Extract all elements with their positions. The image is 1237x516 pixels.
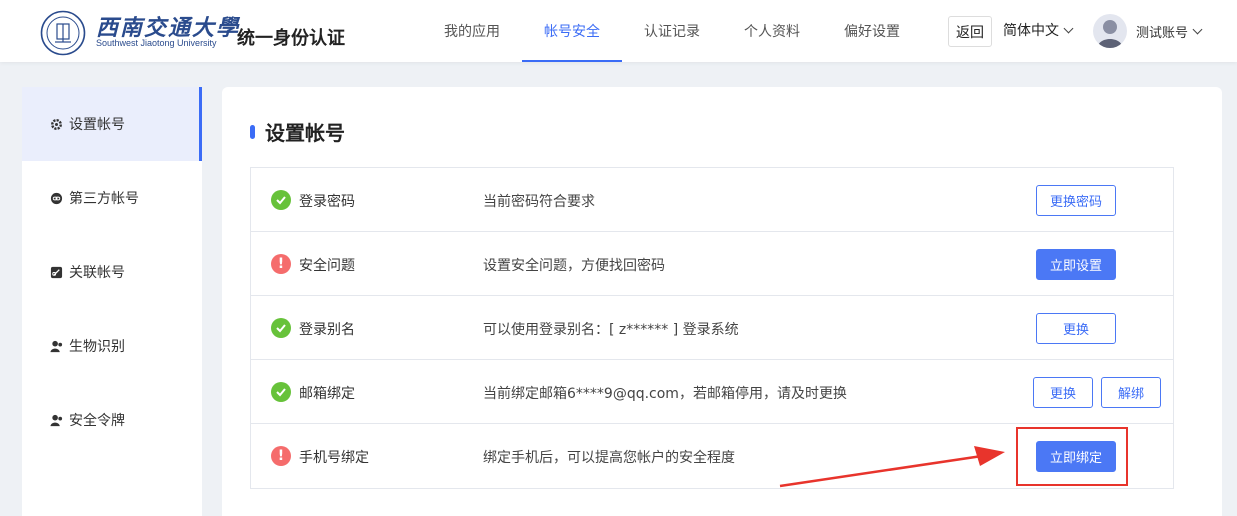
- chevron-down-icon: [1192, 24, 1203, 35]
- row-description: 绑定手机后，可以提高您帐户的安全程度: [483, 450, 735, 466]
- link-card-icon: [49, 265, 63, 279]
- sidebar-item-account-settings[interactable]: 设置帐号: [22, 87, 202, 161]
- university-logo-icon[interactable]: [40, 10, 86, 56]
- language-selector[interactable]: 简体中文: [1003, 20, 1074, 40]
- row-name: 登录密码: [299, 194, 355, 210]
- avatar[interactable]: [1093, 14, 1127, 48]
- top-header: 西南交通大學 Southwest Jiaotong University 统一身…: [0, 0, 1237, 62]
- sidebar-item-label: 设置帐号: [69, 117, 125, 133]
- users-icon: [49, 413, 63, 427]
- row-description: 设置安全问题，方便找回密码: [483, 258, 665, 274]
- nav-profile[interactable]: 个人资料: [722, 0, 822, 62]
- sidebar: 设置帐号 第三方帐号 关联帐号 生物识别 安全令牌: [22, 87, 202, 516]
- app-title: 统一身份认证: [237, 28, 345, 49]
- change-alias-button[interactable]: 更换: [1036, 313, 1116, 344]
- nav-auth-records[interactable]: 认证记录: [622, 0, 722, 62]
- table-row: 邮箱绑定 当前绑定邮箱6****9@qq.com，若邮箱停用，请及时更换 更换 …: [251, 360, 1173, 424]
- check-circle-icon: [271, 190, 291, 210]
- language-label: 简体中文: [1003, 23, 1059, 39]
- row-name: 安全问题: [299, 258, 355, 274]
- annotation-highlight-box: [1016, 427, 1128, 486]
- change-password-button[interactable]: 更换密码: [1036, 185, 1116, 216]
- row-name: 邮箱绑定: [299, 386, 355, 402]
- table-row: 登录密码 当前密码符合要求 更换密码: [251, 168, 1173, 232]
- sidebar-item-label: 生物识别: [69, 339, 125, 355]
- row-name: 手机号绑定: [299, 450, 369, 466]
- sidebar-item-biometrics[interactable]: 生物识别: [22, 309, 202, 383]
- sidebar-item-linked-accounts[interactable]: 关联帐号: [22, 235, 202, 309]
- row-name: 登录别名: [299, 322, 355, 338]
- exclamation-circle-icon: !: [271, 446, 291, 466]
- back-button[interactable]: 返回: [948, 16, 992, 47]
- link-icon: [49, 191, 63, 205]
- username-label: 测试账号: [1136, 26, 1189, 41]
- user-icon: [49, 339, 63, 353]
- check-circle-icon: [271, 382, 291, 402]
- sidebar-item-label: 第三方帐号: [69, 191, 139, 207]
- row-description: 当前绑定邮箱6****9@qq.com，若邮箱停用，请及时更换: [483, 386, 847, 402]
- sidebar-item-third-party[interactable]: 第三方帐号: [22, 161, 202, 235]
- chevron-down-icon: [1063, 23, 1074, 33]
- set-security-question-button[interactable]: 立即设置: [1036, 249, 1116, 280]
- table-row: ! 安全问题 设置安全问题，方便找回密码 立即设置: [251, 232, 1173, 296]
- table-row: 登录别名 可以使用登录别名：[ z****** ] 登录系统 更换: [251, 296, 1173, 360]
- nav-my-apps[interactable]: 我的应用: [422, 0, 522, 62]
- sidebar-item-label: 关联帐号: [69, 265, 125, 281]
- gear-icon: [49, 117, 63, 131]
- logo-english-name: Southwest Jiaotong University: [96, 38, 217, 48]
- change-email-button[interactable]: 更换: [1033, 377, 1093, 408]
- row-description: 当前密码符合要求: [483, 194, 595, 210]
- title-accent-bar: [250, 124, 255, 139]
- row-description: 可以使用登录别名：[ z****** ] 登录系统: [483, 322, 739, 338]
- user-menu[interactable]: 测试账号: [1136, 22, 1203, 41]
- unbind-email-button[interactable]: 解绑: [1101, 377, 1161, 408]
- check-circle-icon: [271, 318, 291, 338]
- exclamation-circle-icon: !: [271, 254, 291, 274]
- sidebar-item-security-token[interactable]: 安全令牌: [22, 383, 202, 457]
- page-title-text: 设置帐号: [265, 121, 345, 145]
- nav-preferences[interactable]: 偏好设置: [822, 0, 922, 62]
- main-nav: 我的应用 帐号安全 认证记录 个人资料 偏好设置: [422, 0, 922, 62]
- user-avatar-icon: [1097, 20, 1123, 48]
- sidebar-item-label: 安全令牌: [69, 413, 125, 429]
- nav-account-security[interactable]: 帐号安全: [522, 0, 622, 62]
- page-title: 设置帐号: [250, 117, 345, 146]
